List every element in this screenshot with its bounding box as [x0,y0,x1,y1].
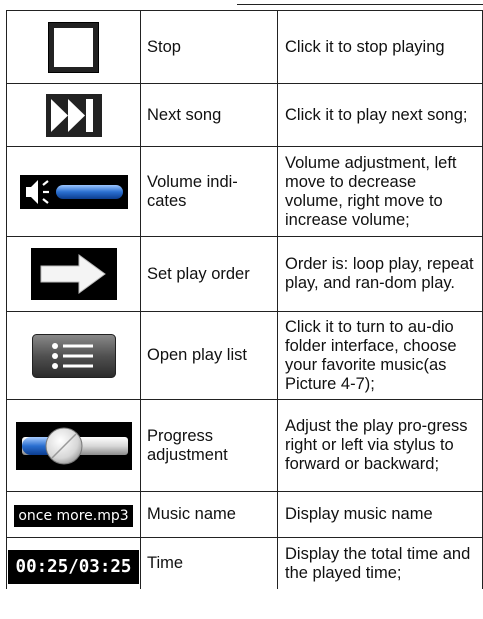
function-name: Progress adjustment [140,399,278,492]
function-description: Click it to stop playing [277,10,483,84]
next-song-icon[interactable] [45,93,102,137]
time-display: 00:25/03:25 [7,549,140,584]
function-description: Adjust the play pro-gress right or left … [277,399,483,492]
table-row: Volume indi-cates Volume adjustment, lef… [6,146,483,237]
function-name: Volume indi-cates [140,146,278,237]
function-description: Volume adjustment, left move to decrease… [277,146,483,237]
table-row: Set play order Order is: loop play, repe… [6,236,483,312]
table-row: Open play list Click it to turn to au-di… [6,311,483,400]
player-controls-table: Stop Click it to stop playing Next song … [6,10,483,589]
list-icon[interactable] [31,333,116,378]
table-row: Stop Click it to stop playing [6,10,483,84]
icon-cell [6,236,141,312]
stop-icon[interactable] [48,21,99,73]
function-description: Order is: loop play, repeat play, and ra… [277,236,483,312]
function-name: Time [140,537,278,589]
function-description: Display music name [277,491,483,538]
icon-cell [6,399,141,492]
icon-cell [6,83,141,147]
table-row: Progress adjustment Adjust the play pro-… [6,399,483,492]
function-description: Click it to turn to au-dio folder interf… [277,311,483,400]
icon-cell [6,10,141,84]
top-rule [237,4,483,5]
table-row: 00:25/03:25 Time Display the total time … [6,537,483,589]
function-description: Click it to play next song; [277,83,483,147]
icon-cell: once more.mp3 [6,491,141,538]
function-name: Music name [140,491,278,538]
function-name: Set play order [140,236,278,312]
track-name-display: once more.mp3 [14,504,133,527]
table-row: Next song Click it to play next song; [6,83,483,147]
volume-icon[interactable] [19,174,128,209]
table-row: once more.mp3 Music name Display music n… [6,491,483,538]
progress-slider-icon[interactable] [15,421,132,470]
icon-cell [6,146,141,237]
function-name: Open play list [140,311,278,400]
function-name: Next song [140,83,278,147]
arrow-right-icon[interactable] [30,248,117,300]
function-description: Display the total time and the played ti… [277,537,483,589]
function-name: Stop [140,10,278,84]
icon-cell [6,311,141,400]
icon-cell: 00:25/03:25 [6,537,141,589]
